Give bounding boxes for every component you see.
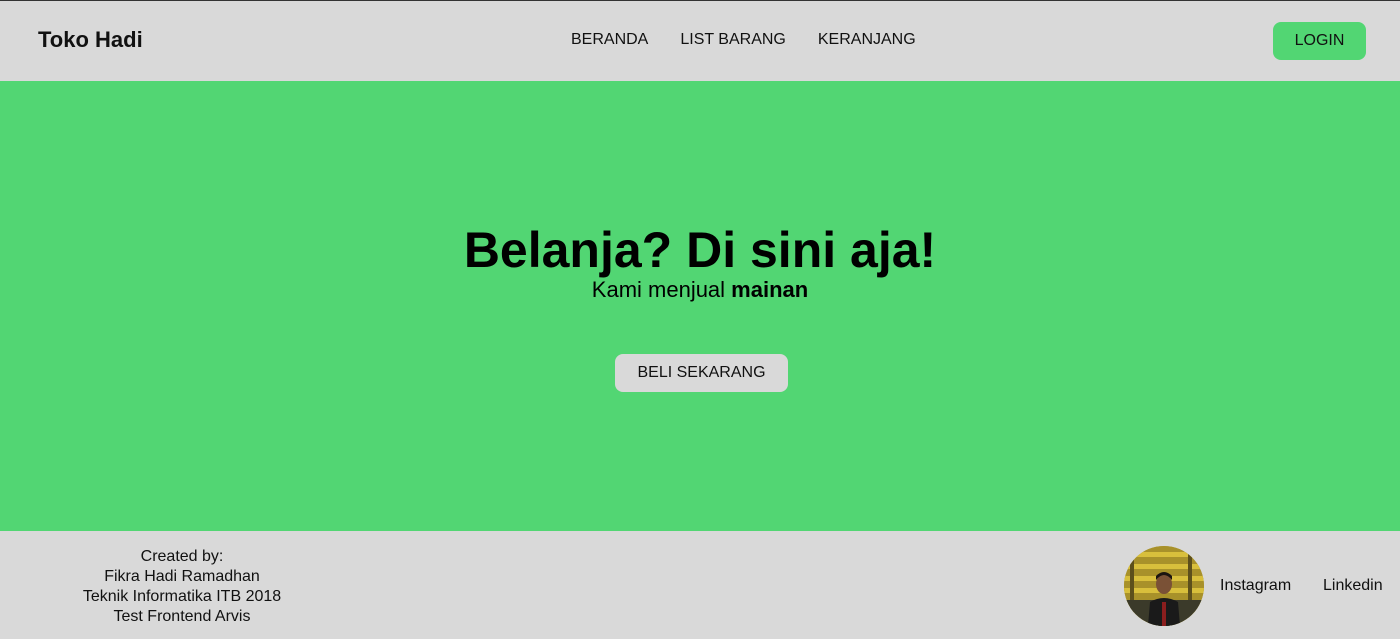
instagram-link[interactable]: Instagram: [1220, 577, 1291, 595]
nav-item-keranjang[interactable]: KERANJANG: [818, 31, 916, 49]
hero-subtitle-text: Kami menjual: [591, 277, 732, 302]
page: Toko Hadi BERANDA LIST BARANG KERANJANG …: [0, 0, 1400, 639]
buy-now-button[interactable]: BELI SEKARANG: [615, 354, 788, 392]
hero-subtitle-highlight: mainan: [731, 277, 809, 302]
linkedin-link[interactable]: Linkedin: [1323, 577, 1383, 595]
credits-line: Fikra Hadi Ramadhan: [104, 568, 260, 585]
footer: Created by: Fikra Hadi Ramadhan Teknik I…: [0, 531, 1400, 639]
credits-line: Created by:: [140, 548, 224, 565]
main-nav: BERANDA LIST BARANG KERANJANG: [571, 31, 916, 49]
avatar: [1124, 546, 1204, 626]
nav-item-beranda[interactable]: BERANDA: [571, 31, 648, 49]
navbar: Toko Hadi BERANDA LIST BARANG KERANJANG …: [0, 1, 1400, 81]
hero-subtitle: Kami menjual mainan: [0, 277, 1400, 303]
hero-title: Belanja? Di sini aja!: [463, 222, 937, 278]
login-button[interactable]: LOGIN: [1273, 22, 1366, 60]
credits: Created by: Fikra Hadi Ramadhan Teknik I…: [62, 547, 302, 627]
credits-line: Test Frontend Arvis: [113, 608, 251, 625]
hero-section: Belanja? Di sini aja! Kami menjual maina…: [0, 81, 1400, 531]
nav-item-list-barang[interactable]: LIST BARANG: [680, 31, 786, 49]
credits-line: Teknik Informatika ITB 2018: [82, 588, 282, 605]
avatar-photo: [1124, 546, 1204, 626]
brand-logo[interactable]: Toko Hadi: [38, 27, 143, 53]
